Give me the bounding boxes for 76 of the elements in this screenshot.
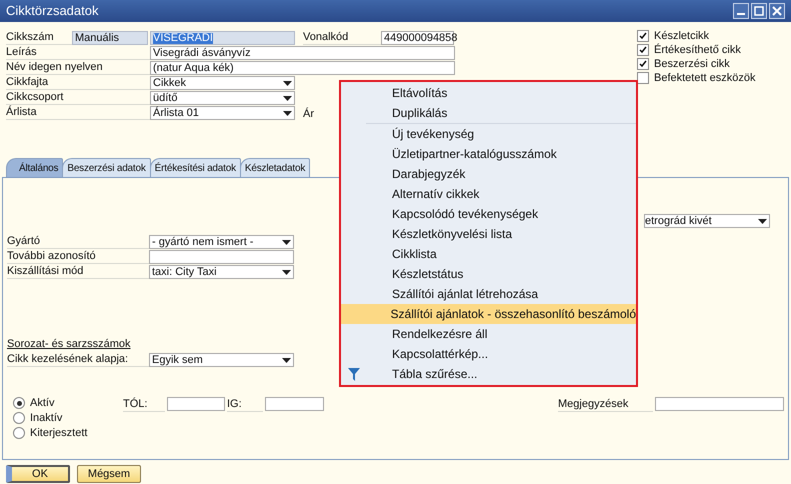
- dropdown-field[interactable]: - gyártó nem ismert -: [149, 235, 294, 249]
- text-field[interactable]: [149, 250, 294, 264]
- field-label: Megjegyzések: [558, 397, 653, 412]
- dialog-button[interactable]: OK: [6, 465, 70, 483]
- menu-item[interactable]: Duplikálás: [341, 103, 636, 123]
- menu-item[interactable]: Készletstátus: [341, 264, 636, 284]
- caret-icon: [283, 110, 292, 116]
- menu-item[interactable]: Szállítói ajánlatok - összehasonlító beszámoló: [341, 304, 636, 324]
- dropdown-field[interactable]: Cikkek: [150, 76, 295, 90]
- menu-item[interactable]: Készletkönyvelési lista: [341, 224, 636, 244]
- menu-item[interactable]: Kapcsolattérkép...: [341, 344, 636, 364]
- field-label: Cikkcsoport: [6, 90, 150, 105]
- dropdown-field[interactable]: üdítő: [150, 91, 295, 105]
- radio-label: Kiterjesztett: [30, 428, 88, 438]
- section-title: Sorozat- és sarzsszámok: [7, 339, 130, 350]
- text-field[interactable]: Visegrádi ásványvíz: [150, 46, 455, 60]
- dropdown-field[interactable]: taxi: City Taxi: [149, 265, 294, 279]
- date-field[interactable]: [167, 397, 225, 411]
- menu-item[interactable]: Cikklista: [341, 244, 636, 264]
- dropdown-field[interactable]: etrográd kivét: [644, 214, 770, 228]
- field-label: Név idegen nyelven: [6, 60, 150, 75]
- field-label: Ár: [303, 109, 314, 120]
- menu-item[interactable]: Kapcsolódó tevékenységek: [341, 204, 636, 224]
- menu-item[interactable]: Új tevékenység: [341, 124, 636, 144]
- field-label: Leírás: [6, 45, 150, 60]
- radio-button[interactable]: [13, 427, 25, 439]
- item-number-field[interactable]: VISEGRADI: [150, 31, 295, 45]
- checkbox-label: Befektetett eszközök: [654, 72, 756, 84]
- series-field[interactable]: Manuális: [72, 31, 148, 45]
- caret-icon: [283, 80, 292, 86]
- field-label: IG:: [227, 397, 263, 412]
- field-label: Kiszállítási mód: [7, 264, 149, 279]
- menu-item[interactable]: Üzletipartner-katalógusszámok: [341, 144, 636, 164]
- caret-icon: [758, 218, 767, 224]
- caret-icon: [282, 240, 291, 244]
- dropdown-field[interactable]: Egyik sem: [149, 353, 294, 367]
- checkbox[interactable]: [637, 44, 649, 56]
- radio-label: Aktív: [30, 398, 54, 408]
- maximize-icon[interactable]: [751, 3, 767, 19]
- field-label: TÓL:: [123, 397, 165, 412]
- close-icon[interactable]: [769, 3, 785, 19]
- checkbox-label: Készletcikk: [654, 30, 710, 42]
- dropdown-field[interactable]: Árlista 01: [150, 106, 295, 120]
- caret-icon: [283, 96, 292, 100]
- checkbox-label: Értékesíthető cikk: [654, 44, 741, 56]
- field-label: Árlista: [6, 105, 150, 120]
- menu-item[interactable]: Darabjegyzék: [341, 164, 636, 184]
- menu-item[interactable]: Rendelkezésre áll: [341, 324, 636, 344]
- checkbox[interactable]: [637, 30, 649, 42]
- text-field[interactable]: (natur Aqua kék): [150, 61, 455, 75]
- menu-item[interactable]: Alternatív cikkek: [341, 184, 636, 204]
- field-label: További azonosító: [7, 249, 149, 264]
- field-label: Cikk kezelésének alapja:: [7, 352, 149, 367]
- menu-item[interactable]: Szállítói ajánlat létrehozása: [341, 284, 636, 304]
- radio-label: Inaktív: [30, 412, 62, 424]
- minimize-icon[interactable]: [733, 3, 749, 19]
- remarks-field[interactable]: [655, 397, 784, 411]
- radio-button[interactable]: [13, 397, 25, 409]
- checkbox[interactable]: [637, 72, 649, 84]
- caret-icon: [282, 270, 291, 274]
- checkbox[interactable]: [637, 58, 649, 70]
- menu-item[interactable]: Tábla szűrése...: [341, 364, 636, 384]
- filter-icon: [348, 368, 360, 380]
- dialog-button[interactable]: Mégsem: [77, 465, 141, 483]
- radio-button[interactable]: [13, 412, 25, 424]
- tab[interactable]: Értékesítési adatok: [150, 158, 241, 177]
- menu-item[interactable]: Eltávolítás: [341, 83, 636, 103]
- field-label: Gyártó: [7, 234, 149, 249]
- checkbox-label: Beszerzési cikk: [654, 58, 730, 70]
- caret-icon: [282, 358, 291, 362]
- tab[interactable]: Készletadatok: [240, 158, 310, 177]
- date-field[interactable]: [265, 397, 324, 411]
- window-title: Cikktörzsadatok: [6, 2, 98, 20]
- tab[interactable]: Általános: [6, 158, 64, 177]
- tab[interactable]: Beszerzési adatok: [62, 158, 151, 177]
- field-label: Cikkfajta: [6, 75, 150, 90]
